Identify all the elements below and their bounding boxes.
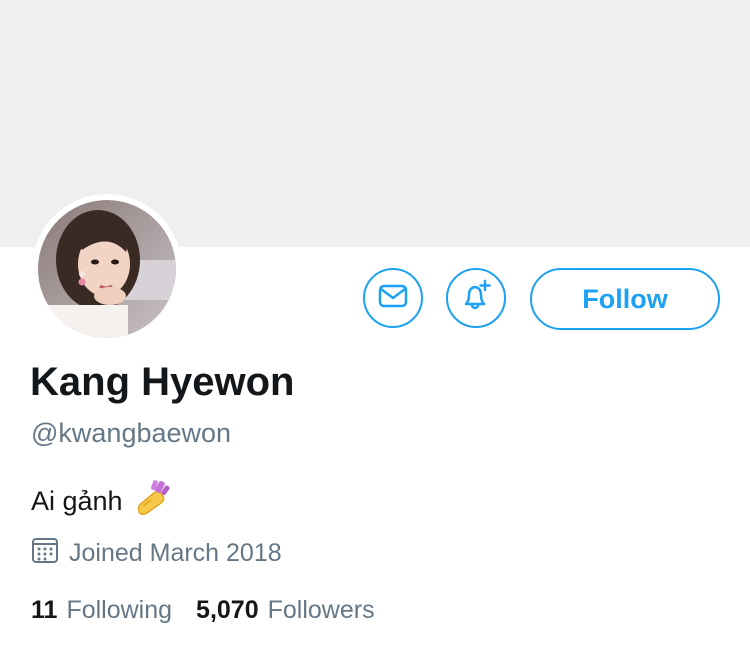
follow-button[interactable]: Follow (530, 268, 720, 330)
followers-label: Followers (267, 596, 375, 624)
profile-bio: Ai gảnh (31, 478, 173, 525)
joined-text: Joined March 2018 (69, 539, 282, 567)
following-stat[interactable]: 11 Following (31, 596, 172, 625)
envelope-icon (378, 284, 408, 313)
bell-plus-icon (459, 279, 493, 318)
following-label: Following (66, 596, 173, 624)
notifications-button[interactable] (446, 268, 506, 328)
message-button[interactable] (363, 268, 423, 328)
following-count: 11 (31, 596, 58, 624)
followers-count: 5,070 (196, 596, 259, 624)
bio-text: Ai gảnh (31, 486, 123, 516)
display-name: Kang Hyewon (30, 360, 295, 404)
profile-stats: 11 Following 5,070 Followers (31, 596, 375, 625)
profile-avatar[interactable] (32, 194, 182, 344)
followers-stat[interactable]: 5,070 Followers (196, 596, 375, 625)
username-handle: @kwangbaewon (31, 418, 232, 448)
joined-date: Joined March 2018 (31, 536, 282, 571)
nail-polish-emoji-icon (133, 478, 173, 525)
avatar-photo (38, 200, 176, 338)
calendar-icon (31, 536, 59, 571)
